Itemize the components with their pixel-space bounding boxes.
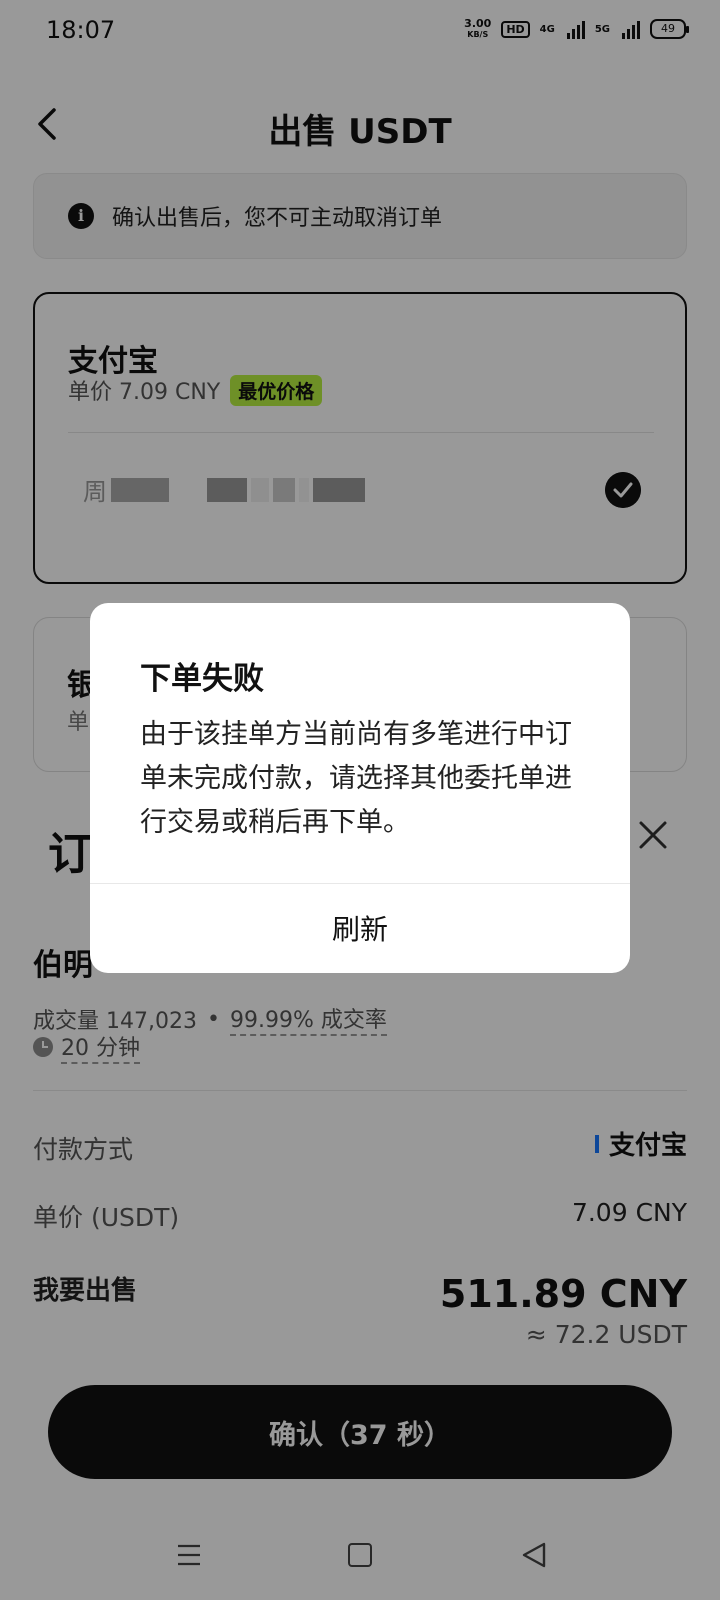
error-dialog: 下单失败 由于该挂单方当前尚有多笔进行中订单未完成付款，请选择其他委托单进行交易… (90, 603, 630, 973)
dialog-title: 下单失败 (140, 661, 264, 697)
refresh-button[interactable]: 刷新 (90, 883, 630, 973)
dialog-message: 由于该挂单方当前尚有多笔进行中订单未完成付款，请选择其他委托单进行交易或稍后再下… (140, 719, 572, 838)
